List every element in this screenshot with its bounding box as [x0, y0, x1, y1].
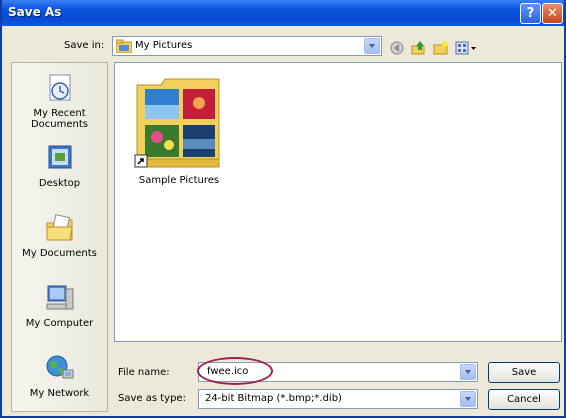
- save-as-type-value: 24-bit Bitmap (*.bmp;*.dib): [205, 393, 342, 404]
- back-icon[interactable]: [390, 41, 404, 55]
- highlight-ellipse: [197, 357, 273, 385]
- save-in-dropdown[interactable]: My Pictures: [112, 36, 382, 56]
- my-documents-icon: [46, 214, 73, 241]
- title-bar[interactable]: Save As ? ✕: [2, 0, 564, 26]
- desktop-icon: [48, 145, 71, 169]
- pictures-folder-icon: [116, 39, 132, 53]
- my-computer-icon: [46, 285, 73, 310]
- chevron-down-icon[interactable]: [460, 391, 476, 407]
- new-folder-icon[interactable]: [433, 41, 449, 55]
- cancel-button[interactable]: Cancel: [488, 389, 560, 410]
- place-label: My Network: [29, 388, 90, 399]
- save-as-type-dropdown[interactable]: 24-bit Bitmap (*.bmp;*.dib): [198, 389, 478, 409]
- place-label: Desktop: [38, 178, 81, 189]
- place-my-documents[interactable]: My Documents: [12, 213, 107, 259]
- place-label: My Documents: [22, 248, 97, 259]
- my-network-icon: [46, 355, 73, 379]
- chevron-down-icon[interactable]: [364, 38, 380, 54]
- recent-documents-icon: [49, 74, 70, 101]
- place-desktop[interactable]: Desktop: [12, 143, 107, 189]
- place-my-computer[interactable]: My Computer: [12, 283, 107, 329]
- place-my-recent-documents[interactable]: My Recent Documents: [12, 73, 107, 130]
- save-button[interactable]: Save: [488, 362, 560, 383]
- chevron-down-icon[interactable]: [460, 364, 476, 380]
- list-item[interactable]: Sample Pictures: [131, 75, 227, 186]
- folder-label: Sample Pictures: [138, 175, 220, 186]
- help-button[interactable]: ?: [520, 3, 541, 24]
- save-in-label: Save in:: [64, 40, 105, 51]
- place-label: My Recent: [33, 108, 86, 119]
- place-label: My Computer: [25, 318, 94, 329]
- views-menu-icon[interactable]: [455, 41, 477, 55]
- place-my-network[interactable]: My Network: [12, 353, 107, 399]
- place-label: Documents: [30, 119, 89, 130]
- up-folder-icon[interactable]: [411, 41, 427, 55]
- file-list[interactable]: Sample Pictures: [114, 62, 562, 342]
- save-in-value: My Pictures: [135, 40, 193, 51]
- close-button[interactable]: ✕: [542, 3, 563, 24]
- window-title: Save As: [8, 5, 62, 19]
- file-name-label: File name:: [118, 367, 170, 378]
- save-as-type-label: Save as type:: [118, 393, 186, 404]
- places-bar: My Recent Documents Desktop My Documents: [11, 62, 108, 412]
- sample-pictures-folder-icon: [134, 78, 220, 168]
- save-as-dialog: Save As ? ✕ Save in: My Pictures My Rece…: [0, 0, 566, 418]
